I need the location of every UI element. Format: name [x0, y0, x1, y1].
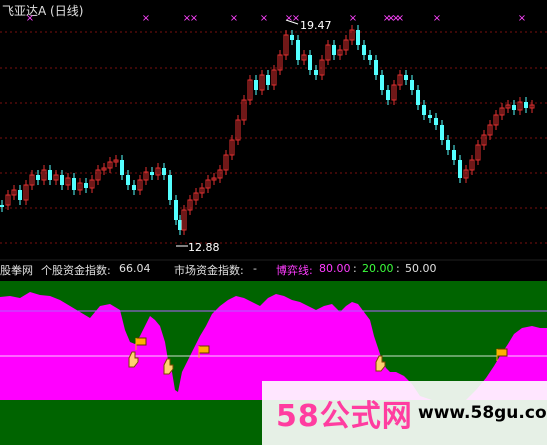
- signal-marker: ×: [190, 13, 198, 24]
- candle-body: [524, 102, 528, 108]
- watermark-logo: 58公式网: [276, 391, 413, 435]
- candle-body: [290, 35, 294, 40]
- candle-body: [132, 185, 136, 190]
- flag-body: [135, 337, 147, 346]
- signal-marker: ×: [260, 13, 268, 24]
- signal-marker: ×: [433, 13, 441, 24]
- candle-body: [332, 45, 336, 55]
- candle-body: [374, 60, 378, 75]
- candle-body: [314, 70, 318, 75]
- low-annotation: 12.88: [176, 241, 220, 254]
- game-line-upper: 80.00: [319, 262, 351, 275]
- candle-body: [84, 183, 88, 188]
- candle-body: [458, 160, 462, 178]
- candle-body: [72, 178, 76, 190]
- high-price-label: 19.47: [300, 19, 332, 32]
- indicator-info-bar: 股拳网 个股资金指数: 66.04 市场资金指数: - 博弈线: 80.00 :…: [0, 262, 547, 278]
- candle-body: [452, 150, 456, 160]
- watermark-url: www.58gu.com: [418, 403, 547, 423]
- low-price-label: 12.88: [188, 241, 220, 254]
- candle-body: [362, 45, 366, 55]
- candle-body: [434, 118, 438, 125]
- candle-body: [368, 55, 372, 60]
- candle-body: [168, 175, 172, 200]
- price-grid: [0, 31, 547, 244]
- candlestick-series: [0, 25, 535, 235]
- game-line-sep-2: :: [396, 262, 400, 275]
- candle-body: [48, 170, 52, 180]
- stock-index-label: 个股资金指数:: [41, 264, 111, 277]
- signal-markers: × × ×× × × ×× × ×××× × ×: [26, 13, 526, 24]
- market-index-value: -: [253, 262, 257, 275]
- source-label: 股拳网: [0, 264, 33, 277]
- signal-marker: ×: [349, 13, 357, 24]
- signal-marker: ×: [396, 13, 404, 24]
- game-line-mid: 50.00: [405, 262, 437, 275]
- market-index-label: 市场资金指数:: [174, 264, 244, 277]
- candle-body: [254, 80, 258, 90]
- candle-body: [440, 125, 444, 140]
- candle-body: [416, 90, 420, 105]
- flag-body: [496, 348, 508, 357]
- candle-body: [446, 140, 450, 150]
- candle-body: [380, 75, 384, 90]
- candle-body: [386, 90, 390, 100]
- candle-body: [308, 55, 312, 70]
- candle-body: [266, 75, 270, 85]
- candle-body: [126, 175, 130, 185]
- candle-body: [60, 175, 64, 185]
- candle-body: [0, 205, 4, 207]
- game-line-label: 博弈线:: [276, 264, 313, 277]
- game-line-lower: 20.00: [362, 262, 394, 275]
- candle-body: [174, 200, 178, 220]
- candle-body: [120, 160, 124, 175]
- candle-body: [422, 105, 426, 115]
- candle-body: [356, 30, 360, 45]
- candle-body: [36, 175, 40, 180]
- watermark-text: 58公式网: [276, 399, 413, 434]
- candle-body: [18, 190, 22, 200]
- signal-marker: ×: [518, 13, 526, 24]
- candle-body: [410, 80, 414, 90]
- candle-body: [296, 40, 300, 60]
- candle-body: [178, 220, 182, 230]
- stock-chart-window: 飞亚达A (日线) × × × × × × × × × × × × × × × 19.47 12.88 股拳…: [0, 0, 547, 445]
- stock-index-value: 66.04: [119, 262, 151, 275]
- candle-body: [150, 172, 154, 175]
- candle-body: [162, 168, 166, 175]
- candle-body: [404, 75, 408, 80]
- candle-body: [512, 105, 516, 110]
- chart-canvas[interactable]: × × ×× × × ×× × ×××× × × 19.47 12.88: [0, 0, 547, 445]
- signal-marker: ×: [230, 13, 238, 24]
- flag-body: [198, 345, 210, 354]
- game-line-sep-1: :: [353, 262, 357, 275]
- signal-marker: ×: [142, 13, 150, 24]
- candle-body: [428, 115, 432, 118]
- signal-marker: ×: [26, 13, 34, 24]
